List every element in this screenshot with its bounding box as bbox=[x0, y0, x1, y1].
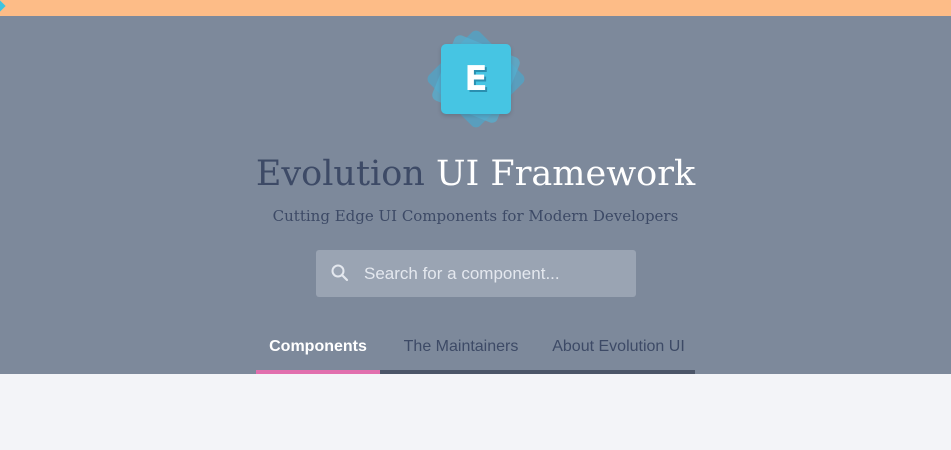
logo-badge: E bbox=[441, 44, 511, 114]
search-input[interactable] bbox=[364, 250, 624, 297]
corner-marker-icon bbox=[0, 0, 6, 12]
tab-components[interactable]: Components bbox=[256, 330, 380, 370]
tab-the-maintainers[interactable]: The Maintainers bbox=[380, 330, 542, 370]
top-accent-bar bbox=[0, 0, 951, 16]
main-content bbox=[0, 374, 951, 450]
title-strong: Evolution bbox=[255, 154, 425, 194]
search-icon bbox=[331, 264, 349, 282]
tab-bar: Components The Maintainers About Evoluti… bbox=[256, 330, 695, 374]
title-light: UI Framework bbox=[435, 154, 696, 194]
search-box[interactable] bbox=[316, 250, 636, 297]
page-subtitle: Cutting Edge UI Components for Modern De… bbox=[272, 207, 679, 225]
tab-about-evolution-ui[interactable]: About Evolution UI bbox=[542, 330, 695, 370]
logo-letter: E bbox=[464, 59, 488, 99]
page-title: Evolution UI Framework bbox=[0, 150, 951, 198]
